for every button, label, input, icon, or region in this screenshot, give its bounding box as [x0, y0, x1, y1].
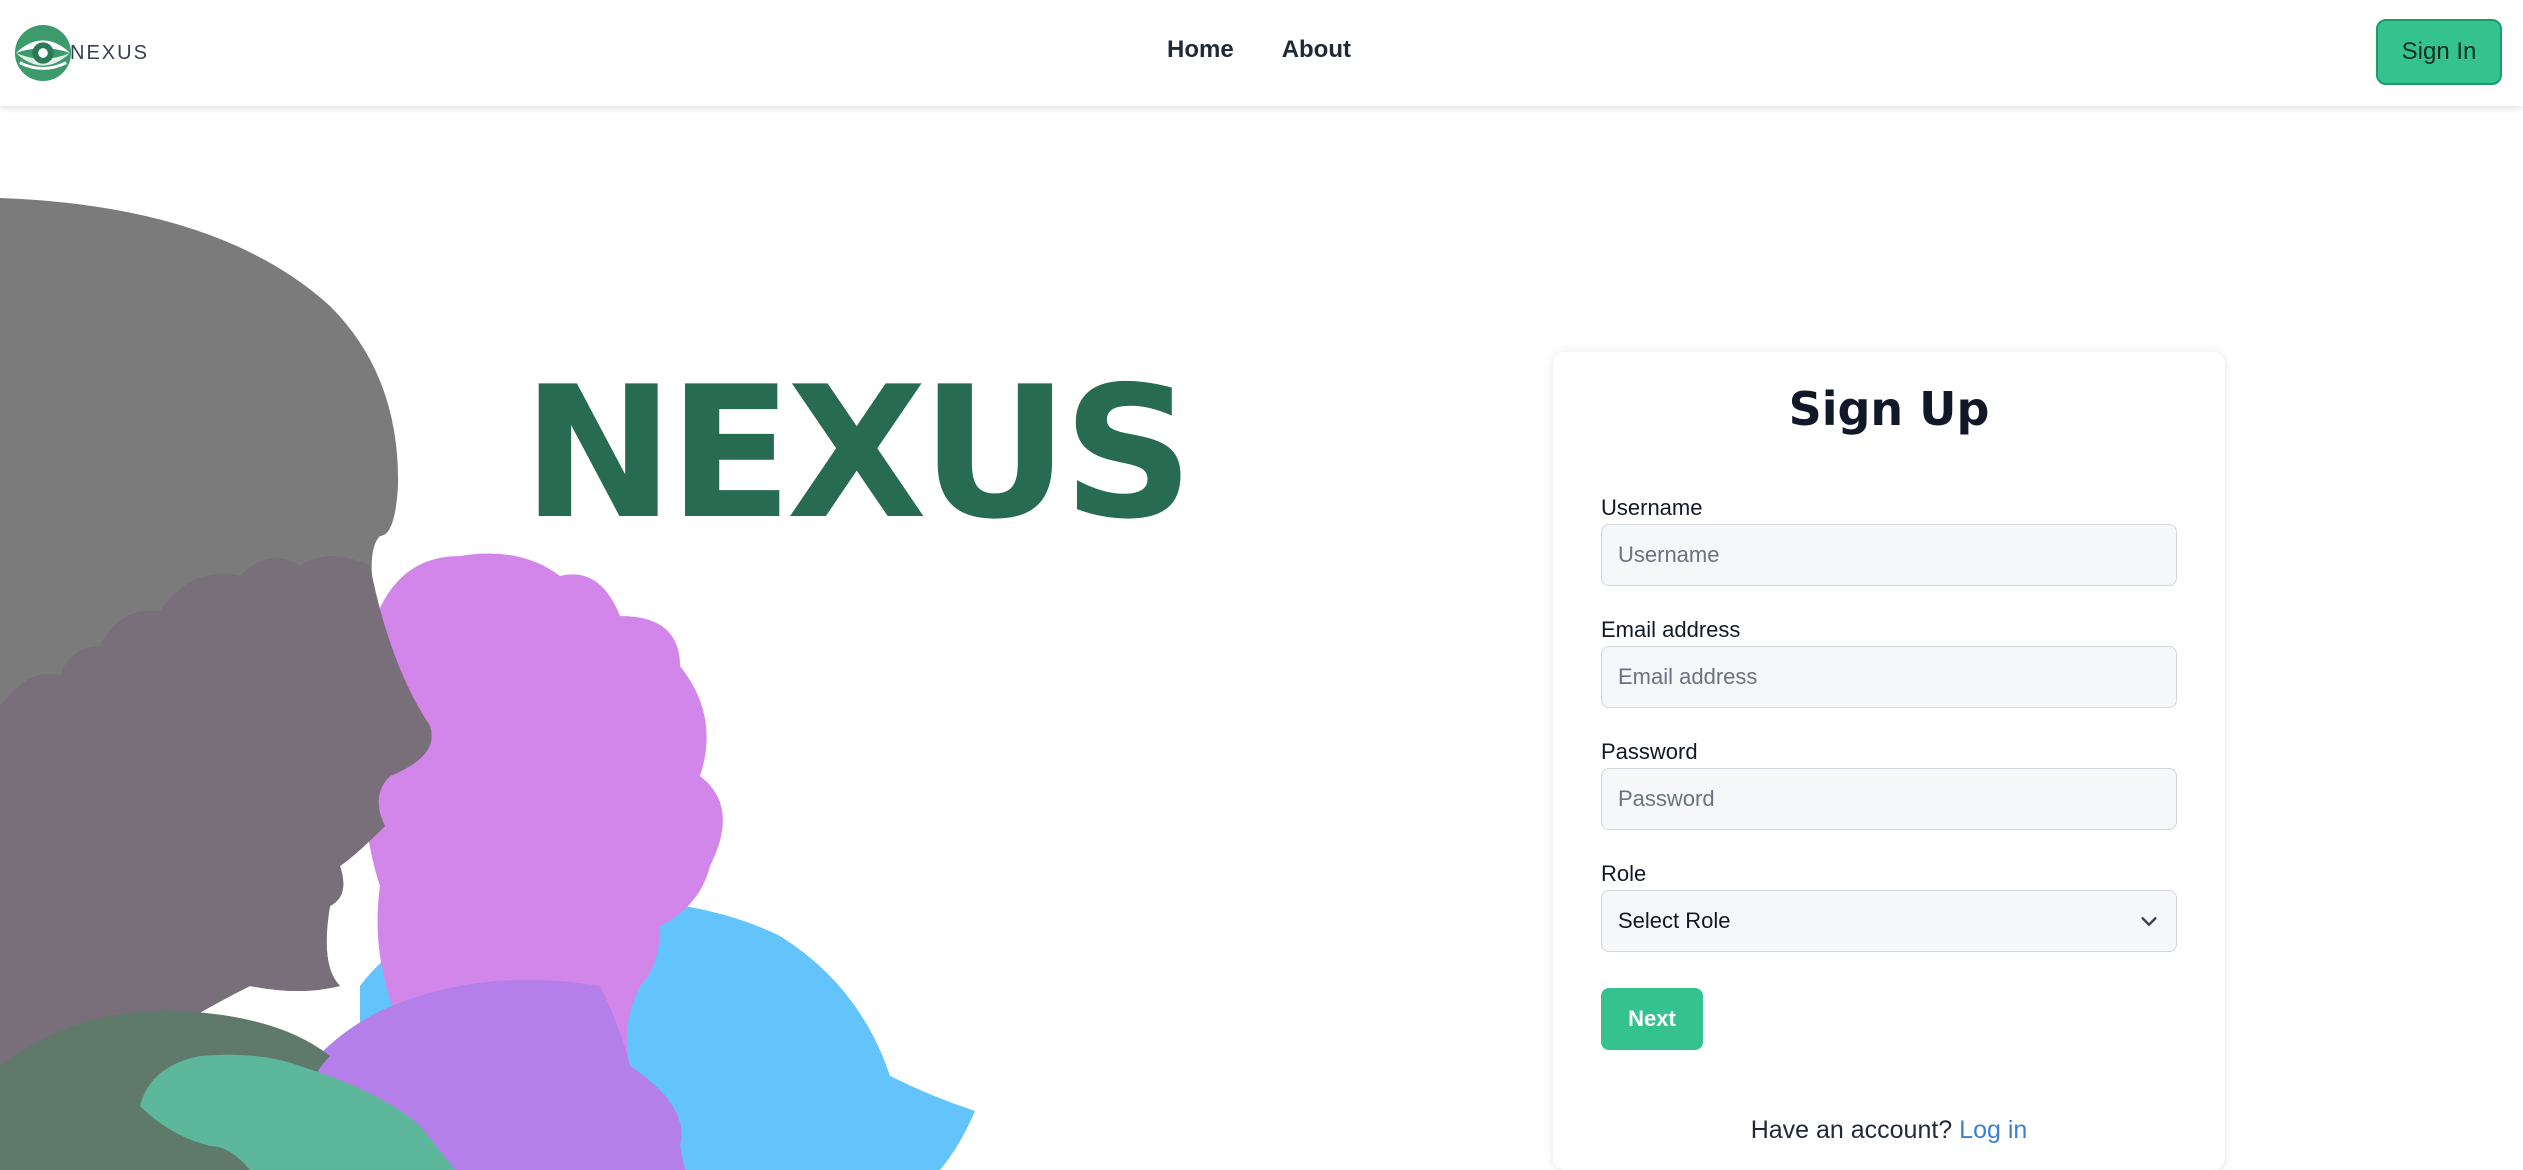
eye-logo-icon	[14, 24, 72, 82]
hero-illustration	[0, 198, 975, 1170]
login-prompt: Have an account? Log in	[1553, 1116, 2225, 1145]
nav-about-link[interactable]: About	[1282, 36, 1351, 64]
password-input[interactable]	[1601, 768, 2177, 830]
role-label: Role	[1601, 861, 1647, 886]
logo-text: NEXUS	[70, 41, 149, 64]
login-link[interactable]: Log in	[1959, 1116, 2027, 1144]
email-input[interactable]	[1601, 646, 2177, 708]
account-prompt-text: Have an account?	[1750, 1116, 1953, 1144]
main-nav: Home About	[1167, 36, 1351, 64]
password-label: Password	[1601, 739, 1698, 764]
email-label: Email address	[1601, 617, 1741, 642]
chevron-down-icon	[2141, 917, 2157, 926]
signup-title: Sign Up	[1788, 382, 1990, 436]
next-button[interactable]: Next	[1601, 988, 1703, 1050]
username-label: Username	[1601, 495, 1703, 520]
signup-card: Sign Up Username Email address Password …	[1553, 352, 2225, 1170]
username-input[interactable]	[1601, 524, 2177, 586]
nav-home-link[interactable]: Home	[1167, 36, 1234, 64]
role-select[interactable]: Select Role	[1601, 890, 2177, 952]
navbar: NEXUS Home About Sign In	[0, 0, 2523, 106]
logo[interactable]: NEXUS	[14, 24, 149, 82]
hero-title: NEXUS	[522, 347, 1194, 559]
sign-in-button[interactable]: Sign In	[2376, 19, 2502, 85]
role-select-value: Select Role	[1618, 908, 1731, 933]
